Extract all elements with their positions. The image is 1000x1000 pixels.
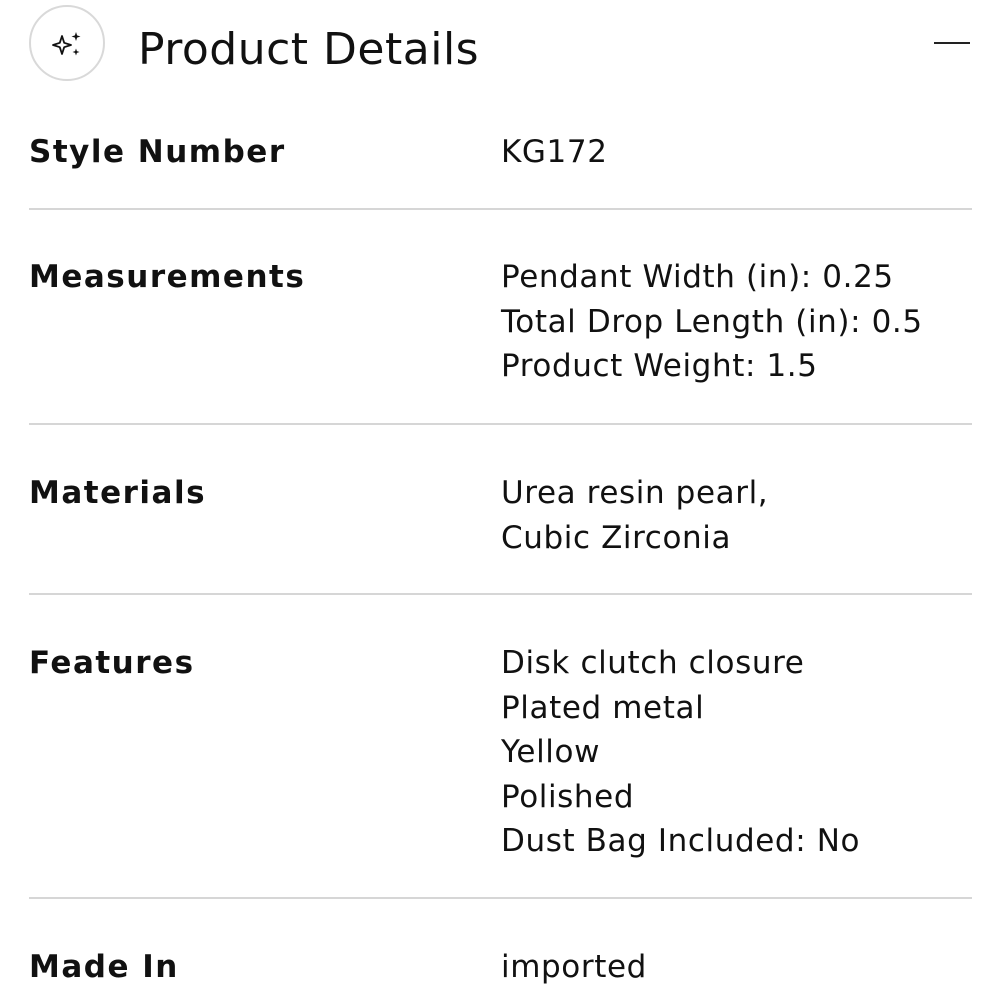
- detail-value: Dust Bag Included: No: [501, 823, 861, 859]
- detail-row-materials: Materials Urea resin pearl, Cubic Zircon…: [29, 425, 972, 595]
- detail-value: Urea resin pearl, Cubic Zirconia: [501, 475, 769, 556]
- detail-values: Urea resin pearl, Cubic Zirconia: [501, 471, 861, 560]
- detail-values: imported: [501, 945, 971, 990]
- collapse-button[interactable]: [932, 30, 972, 56]
- detail-label: Materials: [29, 475, 207, 511]
- detail-label: Style Number: [29, 134, 286, 170]
- detail-value: imported: [501, 949, 647, 985]
- page-title: Product Details: [138, 24, 480, 75]
- detail-value: Product Weight: 1.5: [501, 348, 818, 384]
- detail-value: Disk clutch closure: [501, 645, 805, 681]
- detail-value: Pendant Width (in): 0.25: [501, 259, 894, 295]
- detail-label: Measurements: [29, 259, 306, 295]
- detail-value: Yellow: [501, 734, 601, 770]
- detail-row-style-number: Style Number KG172: [29, 108, 972, 210]
- minus-icon: [934, 42, 970, 44]
- product-details-header[interactable]: Product Details: [0, 0, 1000, 100]
- detail-row-features: Features Disk clutch closure Plated meta…: [29, 595, 972, 899]
- detail-values: KG172: [501, 130, 971, 175]
- detail-value: KG172: [501, 134, 608, 170]
- sparkle-icon-badge: [29, 5, 105, 81]
- detail-values: Disk clutch closure Plated metal Yellow …: [501, 641, 971, 864]
- detail-label: Made In: [29, 949, 179, 985]
- detail-label: Features: [29, 645, 195, 681]
- detail-value: Plated metal: [501, 689, 705, 726]
- detail-row-made-in: Made In imported: [29, 899, 972, 1000]
- detail-value: Polished: [501, 778, 635, 815]
- detail-values: Pendant Width (in): 0.25 Total Drop Leng…: [501, 255, 971, 389]
- sparkle-icon: [52, 32, 81, 56]
- detail-value: Total Drop Length (in): 0.5: [501, 303, 923, 340]
- detail-row-measurements: Measurements Pendant Width (in): 0.25 To…: [29, 210, 972, 425]
